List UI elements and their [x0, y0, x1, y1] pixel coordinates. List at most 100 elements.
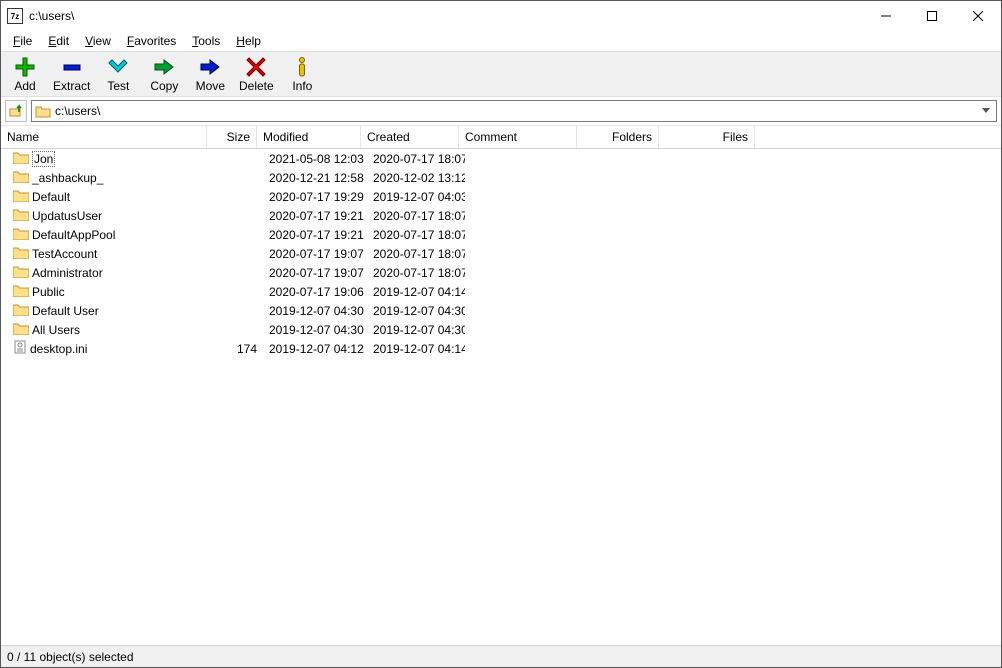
list-item[interactable]: UpdatusUser 2020-07-17 19:212020-07-17 18…	[1, 206, 1001, 225]
file-name: Administrator	[32, 266, 103, 280]
list-item[interactable]: Administrator 2020-07-17 19:072020-07-17 …	[1, 263, 1001, 282]
file-modified: 2020-12-21 12:58	[263, 171, 367, 185]
plus-icon	[12, 56, 38, 78]
address-bar: c:\users\	[1, 97, 1001, 126]
file-name: Public	[32, 285, 65, 299]
status-text: 0 / 11 object(s) selected	[7, 650, 134, 664]
folder-icon	[13, 246, 29, 262]
delete-button[interactable]: Delete	[238, 56, 274, 93]
header-files[interactable]: Files	[659, 126, 755, 148]
folder-icon	[13, 227, 29, 243]
info-icon	[289, 56, 315, 78]
x-icon	[243, 56, 269, 78]
header-modified[interactable]: Modified	[257, 126, 361, 148]
file-modified: 2021-05-08 12:03	[263, 152, 367, 166]
folder-icon	[13, 208, 29, 224]
file-modified: 2019-12-07 04:30	[263, 323, 367, 337]
menubar: File Edit View Favorites Tools Help	[1, 31, 1001, 51]
copy-button[interactable]: Copy	[146, 56, 182, 93]
folder-icon	[35, 104, 51, 118]
file-modified: 2020-07-17 19:06	[263, 285, 367, 299]
list-item[interactable]: _ashbackup_ 2020-12-21 12:582020-12-02 13…	[1, 168, 1001, 187]
add-button[interactable]: Add	[7, 56, 43, 93]
close-button[interactable]	[955, 1, 1001, 31]
test-button[interactable]: Test	[100, 56, 136, 93]
folder-icon	[13, 322, 29, 338]
minus-icon	[59, 56, 85, 78]
file-size: 174	[213, 342, 263, 356]
address-dropdown[interactable]	[979, 108, 993, 114]
file-modified: 2020-07-17 19:07	[263, 266, 367, 280]
file-name: Jon	[32, 151, 55, 167]
menu-favorites[interactable]: Favorites	[120, 33, 183, 49]
folder-icon	[13, 151, 29, 167]
app-icon: 7z	[7, 8, 23, 24]
move-button[interactable]: Move	[192, 56, 228, 93]
file-created: 2019-12-07 04:30	[367, 323, 465, 337]
list-item[interactable]: Jon 2021-05-08 12:032020-07-17 18:07	[1, 149, 1001, 168]
arrow-right-green-icon	[151, 56, 177, 78]
file-name: All Users	[32, 323, 80, 337]
folder-icon	[13, 284, 29, 300]
header-comment[interactable]: Comment	[459, 126, 577, 148]
folder-icon	[13, 170, 29, 186]
list-item[interactable]: Default 2020-07-17 19:292019-12-07 04:03	[1, 187, 1001, 206]
file-modified: 2019-12-07 04:30	[263, 304, 367, 318]
titlebar: 7z c:\users\	[1, 1, 1001, 31]
header-folders[interactable]: Folders	[577, 126, 659, 148]
menu-file[interactable]: File	[6, 33, 39, 49]
menu-view[interactable]: View	[78, 33, 118, 49]
menu-edit[interactable]: Edit	[41, 33, 76, 49]
window-title: c:\users\	[29, 9, 863, 23]
extract-button[interactable]: Extract	[53, 56, 90, 93]
list-item[interactable]: Public 2020-07-17 19:062019-12-07 04:14	[1, 282, 1001, 301]
file-name: desktop.ini	[30, 342, 87, 356]
file-created: 2020-07-17 18:07	[367, 247, 465, 261]
list-item[interactable]: desktop.ini 1742019-12-07 04:122019-12-07…	[1, 339, 1001, 358]
file-created: 2020-12-02 13:12	[367, 171, 465, 185]
file-created: 2020-07-17 18:07	[367, 152, 465, 166]
list-item[interactable]: DefaultAppPool 2020-07-17 19:212020-07-17…	[1, 225, 1001, 244]
header-size[interactable]: Size	[207, 126, 257, 148]
up-button[interactable]	[5, 100, 27, 122]
file-created: 2019-12-07 04:30	[367, 304, 465, 318]
file-name: Default	[32, 190, 70, 204]
file-name: _ashbackup_	[32, 171, 103, 185]
file-created: 2019-12-07 04:03	[367, 190, 465, 204]
file-created: 2020-07-17 18:07	[367, 228, 465, 242]
file-created: 2019-12-07 04:14	[367, 342, 465, 356]
file-icon	[13, 340, 27, 357]
header-name[interactable]: Name	[1, 126, 207, 148]
file-name: Default User	[32, 304, 99, 318]
file-created: 2020-07-17 18:07	[367, 266, 465, 280]
minimize-button[interactable]	[863, 1, 909, 31]
file-name: UpdatusUser	[32, 209, 102, 223]
header-created[interactable]: Created	[361, 126, 459, 148]
address-text: c:\users\	[55, 104, 979, 118]
status-bar: 0 / 11 object(s) selected	[1, 645, 1001, 667]
file-modified: 2020-07-17 19:21	[263, 209, 367, 223]
window-controls	[863, 1, 1001, 31]
column-headers: Name Size Modified Created Comment Folde…	[1, 126, 1001, 149]
menu-help[interactable]: Help	[229, 33, 268, 49]
file-created: 2020-07-17 18:07	[367, 209, 465, 223]
file-modified: 2020-07-17 19:07	[263, 247, 367, 261]
arrow-right-blue-icon	[197, 56, 223, 78]
folder-icon	[13, 265, 29, 281]
file-modified: 2020-07-17 19:21	[263, 228, 367, 242]
folder-icon	[13, 189, 29, 205]
list-item[interactable]: TestAccount 2020-07-17 19:072020-07-17 18…	[1, 244, 1001, 263]
file-modified: 2020-07-17 19:29	[263, 190, 367, 204]
folder-up-icon	[9, 104, 23, 118]
menu-tools[interactable]: Tools	[185, 33, 227, 49]
list-item[interactable]: Default User 2019-12-07 04:302019-12-07 0…	[1, 301, 1001, 320]
file-name: DefaultAppPool	[32, 228, 115, 242]
maximize-button[interactable]	[909, 1, 955, 31]
file-created: 2019-12-07 04:14	[367, 285, 465, 299]
address-input[interactable]: c:\users\	[31, 100, 997, 122]
file-modified: 2019-12-07 04:12	[263, 342, 367, 356]
file-name: TestAccount	[32, 247, 97, 261]
info-button[interactable]: Info	[284, 56, 320, 93]
file-list[interactable]: Jon2021-05-08 12:032020-07-17 18:07_ashb…	[1, 149, 1001, 645]
list-item[interactable]: All Users 2019-12-07 04:302019-12-07 04:3…	[1, 320, 1001, 339]
